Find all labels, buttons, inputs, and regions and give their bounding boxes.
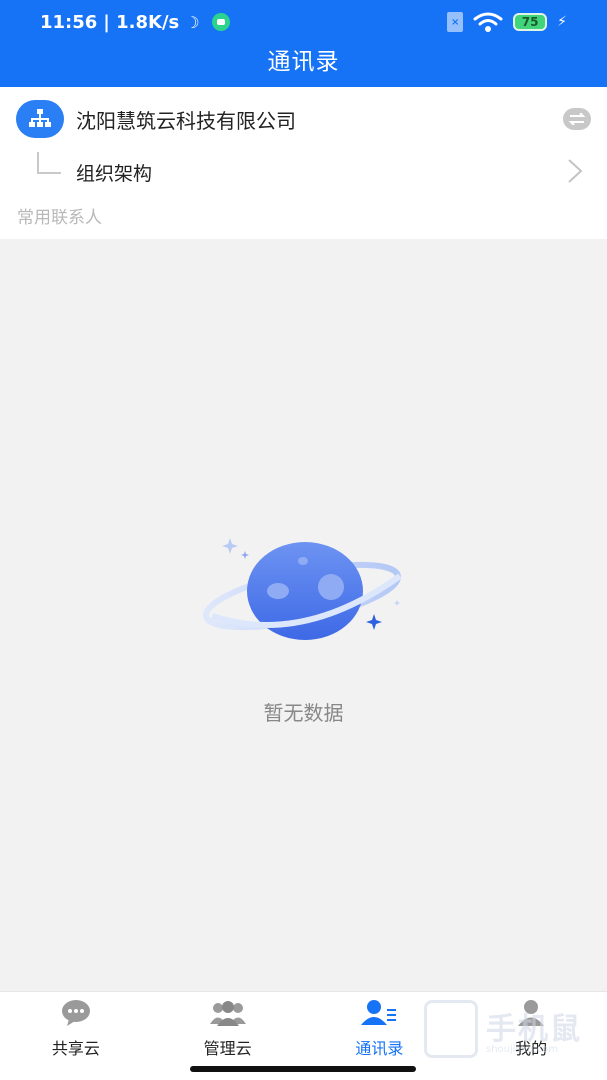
empty-state-text: 暂无数据 xyxy=(263,701,344,725)
group-icon xyxy=(209,1001,246,1026)
org-structure-row[interactable]: 组织架构 xyxy=(0,137,607,197)
directory-panel: 沈阳慧筑云科技有限公司 组织架构 常用联系人 xyxy=(0,87,607,239)
switch-company-icon[interactable] xyxy=(563,108,591,130)
status-bar: 11:56 | 1.8K/s ☽ × 75 ⚡ xyxy=(0,0,607,44)
tab-management-cloud-label: 管理云 xyxy=(203,1039,252,1058)
watermark-box xyxy=(424,1000,478,1058)
chat-bubble-icon xyxy=(61,1000,90,1026)
notification-app-icon xyxy=(211,13,230,31)
planet-illustration-icon xyxy=(203,538,402,640)
tab-shared-cloud[interactable]: 共享云 xyxy=(0,992,152,1058)
contacts-icon xyxy=(361,1000,397,1025)
status-net-speed: | 1.8K/s xyxy=(103,11,180,33)
status-right: × 75 ⚡ xyxy=(447,11,567,33)
tree-branch-line xyxy=(37,152,61,174)
wifi-icon xyxy=(473,12,503,32)
status-time: 11:56 xyxy=(40,11,98,33)
tab-shared-cloud-label: 共享云 xyxy=(51,1039,100,1058)
org-structure-label: 组织架构 xyxy=(76,163,153,185)
moon-icon: ☽ xyxy=(185,12,200,32)
empty-state: 暂无数据 xyxy=(0,239,607,991)
watermark-logo: 手机鼠 shoujishu.com xyxy=(424,1000,604,1062)
tab-management-cloud[interactable]: 管理云 xyxy=(152,992,304,1058)
org-chart-icon xyxy=(16,100,64,138)
page-title: 通讯录 xyxy=(267,49,340,75)
status-left: 11:56 | 1.8K/s ☽ xyxy=(40,12,230,33)
sim-off-icon: × xyxy=(447,12,464,32)
chevron-right-icon xyxy=(568,159,583,183)
frequent-contacts-label: 常用联系人 xyxy=(17,208,102,228)
watermark-sub: shoujishu.com xyxy=(486,1044,558,1055)
charging-icon: ⚡ xyxy=(557,14,567,30)
home-indicator[interactable] xyxy=(190,1066,416,1072)
watermark-text: 手机鼠 xyxy=(486,1012,582,1047)
top-header: 11:56 | 1.8K/s ☽ × 75 ⚡ 通讯录 xyxy=(0,0,607,87)
battery-icon: 75 xyxy=(513,13,548,31)
company-name: 沈阳慧筑云科技有限公司 xyxy=(76,109,296,133)
